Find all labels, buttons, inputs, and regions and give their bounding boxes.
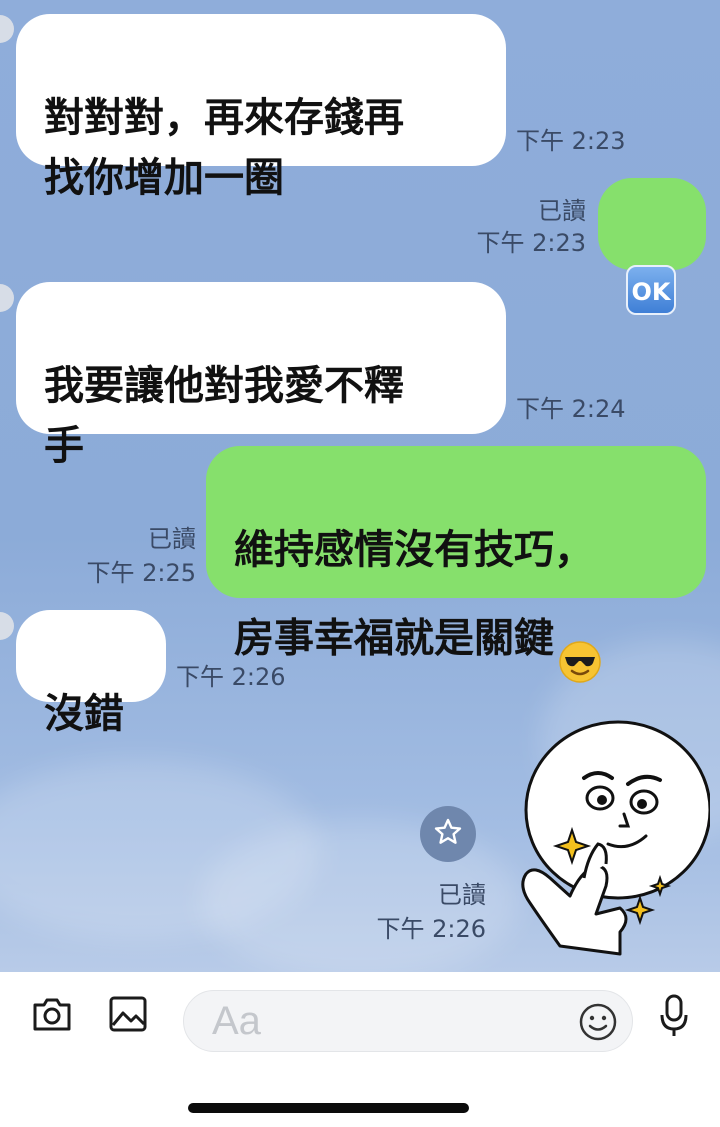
incoming-message-bubble[interactable]: 我要讓他對我愛不釋 手 [16, 282, 506, 469]
star-icon [432, 816, 464, 852]
message-time: 下午 2:26 [176, 663, 286, 691]
voice-button[interactable] [650, 992, 698, 1044]
message-time: 下午 2:25 [86, 559, 196, 587]
sender-avatar[interactable] [0, 612, 14, 640]
microphone-icon [658, 993, 690, 1043]
sticker-image[interactable] [500, 718, 712, 958]
incoming-message-bubble[interactable]: 沒錯 [16, 610, 166, 737]
read-receipt: 已讀 [148, 525, 196, 553]
sunglasses-emoji-icon [558, 580, 602, 701]
message-time: 下午 2:24 [516, 395, 626, 423]
chat-area: 對對對，再來存錢再 找你增加一圈 下午 2:23 已讀 下午 2:23 OK 我… [0, 0, 720, 972]
camera-icon [31, 995, 73, 1037]
image-button[interactable] [104, 992, 152, 1040]
message-time: 下午 2:23 [516, 127, 626, 155]
read-receipt: 已讀 [438, 881, 486, 909]
message-text: 沒錯 [44, 691, 124, 737]
ok-emoji-icon: OK [626, 265, 676, 315]
message-text: 對對對，再來存錢再 找你增加一圈 [44, 95, 404, 201]
message-time: 下午 2:23 [476, 229, 586, 257]
outgoing-message-bubble[interactable]: OK [598, 178, 706, 315]
message-text: 維持感情沒有技巧， 房事幸福就是關鍵 [234, 527, 594, 662]
message-input-placeholder: Aa [212, 999, 261, 1043]
camera-button[interactable] [28, 992, 76, 1040]
emoji-icon[interactable] [578, 1002, 618, 1046]
message-time: 下午 2:26 [376, 915, 486, 943]
image-icon [108, 995, 148, 1037]
sender-avatar[interactable] [0, 15, 14, 43]
message-input[interactable]: Aa [183, 990, 633, 1052]
home-indicator[interactable] [188, 1103, 469, 1113]
incoming-message-bubble[interactable]: 對對對，再來存錢再 找你增加一圈 [16, 14, 506, 201]
read-receipt: 已讀 [538, 197, 586, 225]
sticker-favorite-button[interactable] [420, 806, 476, 862]
outgoing-message-bubble[interactable]: 維持感情沒有技巧， 房事幸福就是關鍵 [206, 446, 706, 683]
sender-avatar[interactable] [0, 284, 14, 312]
